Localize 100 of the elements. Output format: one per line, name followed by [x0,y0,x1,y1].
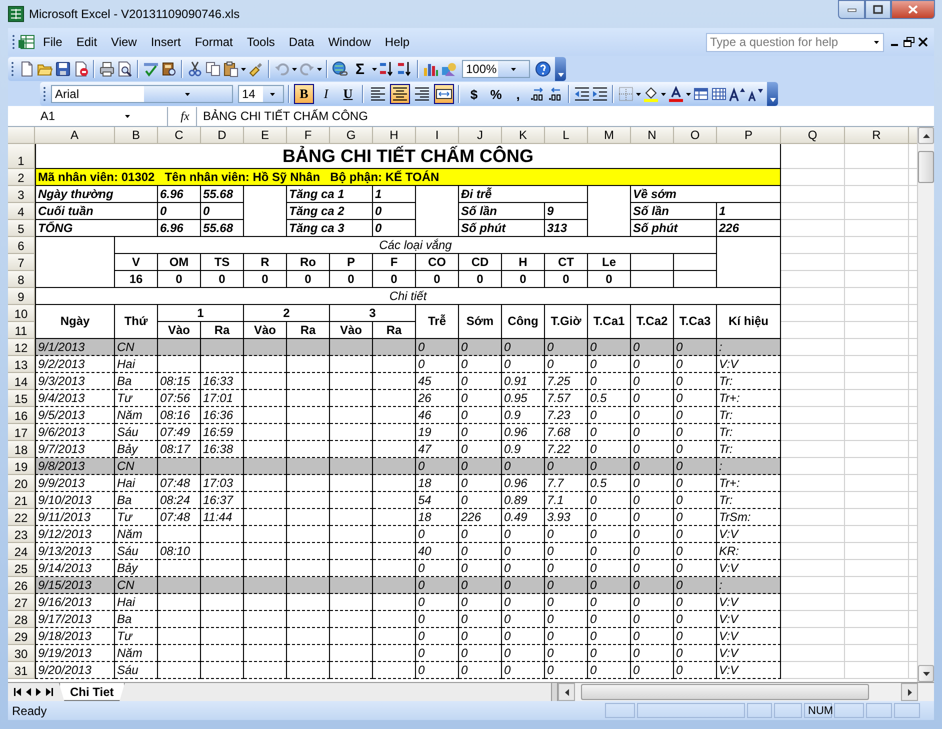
row-header[interactable]: 20 [8,475,35,492]
empty-cell[interactable] [244,645,287,662]
empty-cell[interactable] [373,356,416,373]
scroll-down-button[interactable] [918,665,934,682]
empty-cell[interactable] [287,645,330,662]
empty-cell[interactable] [373,526,416,543]
minimize-button[interactable] [838,0,865,19]
empty-cell[interactable] [158,611,201,628]
row-header[interactable]: 26 [8,577,35,594]
scroll-right-button[interactable] [901,683,918,701]
empty-cell[interactable] [330,628,373,645]
arrow-left-icon[interactable] [564,688,568,696]
previous-sheet-icon[interactable] [26,688,31,696]
empty-cell[interactable] [330,645,373,662]
first-sheet-icon[interactable] [14,688,21,696]
percent-button[interactable]: % [486,84,506,104]
caret-icon[interactable] [241,68,246,70]
empty-cell[interactable] [244,407,287,424]
column-header[interactable]: R [845,127,909,144]
row-header[interactable]: 14 [8,373,35,390]
column-header[interactable]: I [416,127,459,144]
empty-cell[interactable] [287,424,330,441]
empty-cell[interactable] [158,662,201,679]
empty-cell[interactable] [244,186,287,237]
empty-cell[interactable] [158,628,201,645]
empty-cell[interactable] [158,356,201,373]
empty-cell[interactable] [287,662,330,679]
column-header[interactable]: M [588,127,631,144]
row-header[interactable]: 4 [8,203,35,220]
row-header[interactable]: 24 [8,543,35,560]
paste-icon[interactable] [223,61,239,77]
toolbar-options-button[interactable] [555,57,566,81]
row-header[interactable]: 28 [8,611,35,628]
bold-button[interactable]: B [294,84,314,104]
column-header[interactable]: C [158,127,201,144]
caret-icon[interactable] [124,114,130,118]
empty-cell[interactable] [201,356,244,373]
fill-color-icon[interactable] [643,86,659,102]
save-icon[interactable] [55,61,71,77]
column-header[interactable]: G [330,127,373,144]
caret-icon[interactable] [770,98,776,102]
empty-cell[interactable] [287,509,330,526]
column-header[interactable]: O [674,127,717,144]
merge-center-button[interactable] [434,84,454,104]
empty-cell[interactable] [201,543,244,560]
next-sheet-icon[interactable] [36,688,41,696]
shrink-font-icon[interactable] [747,86,763,102]
caret-icon[interactable] [661,92,666,96]
sort-descending-icon[interactable] [397,61,413,77]
empty-cell[interactable] [244,390,287,407]
empty-cell[interactable] [244,424,287,441]
empty-cell[interactable] [631,254,674,271]
empty-cell[interactable] [330,611,373,628]
empty-cell[interactable] [244,594,287,611]
caret-icon[interactable] [372,68,377,70]
row-header[interactable]: 7 [8,254,35,271]
empty-cell[interactable] [201,628,244,645]
column-header[interactable]: K [502,127,545,144]
underline-button[interactable]: U [338,84,358,104]
row-header[interactable]: 1 [8,144,35,169]
empty-cell[interactable] [287,407,330,424]
copy-icon[interactable] [205,61,221,77]
caret-icon[interactable] [292,68,297,70]
column-header[interactable]: D [201,127,244,144]
empty-cell[interactable] [244,492,287,509]
empty-cell[interactable] [201,645,244,662]
column-header[interactable]: N [631,127,674,144]
column-header[interactable]: L [545,127,588,144]
menu-item[interactable]: View [104,33,144,51]
empty-cell[interactable] [373,594,416,611]
row-header[interactable]: 30 [8,645,35,662]
menu-item[interactable]: Tools [240,33,282,51]
menu-item[interactable]: Window [321,33,378,51]
empty-cell[interactable] [201,594,244,611]
research-icon[interactable] [161,61,177,77]
maximize-icon[interactable] [873,5,883,14]
empty-cell[interactable] [287,373,330,390]
row-header[interactable]: 11 [8,322,35,339]
empty-cell[interactable] [373,424,416,441]
insert-function-button[interactable]: fx [174,108,196,124]
empty-cell[interactable] [244,611,287,628]
empty-cell[interactable] [287,543,330,560]
empty-cell[interactable] [244,662,287,679]
toolbar-gripper[interactable] [11,61,14,77]
empty-cell[interactable] [330,662,373,679]
empty-cell[interactable] [330,407,373,424]
workbook-icon[interactable] [18,34,36,50]
empty-cell[interactable] [244,543,287,560]
scroll-up-button[interactable] [918,127,934,144]
empty-cell[interactable] [244,373,287,390]
menu-item[interactable]: Format [188,33,240,51]
help-icon[interactable] [535,61,551,77]
grid-icon[interactable] [711,86,727,102]
menu-item[interactable]: File [36,33,70,51]
row-header[interactable]: 9 [8,288,35,305]
caret-icon[interactable] [317,68,322,70]
toolbar-options-button[interactable] [767,82,778,106]
row-header[interactable]: 17 [8,424,35,441]
empty-cell[interactable] [287,526,330,543]
minimize-icon[interactable] [846,8,856,12]
